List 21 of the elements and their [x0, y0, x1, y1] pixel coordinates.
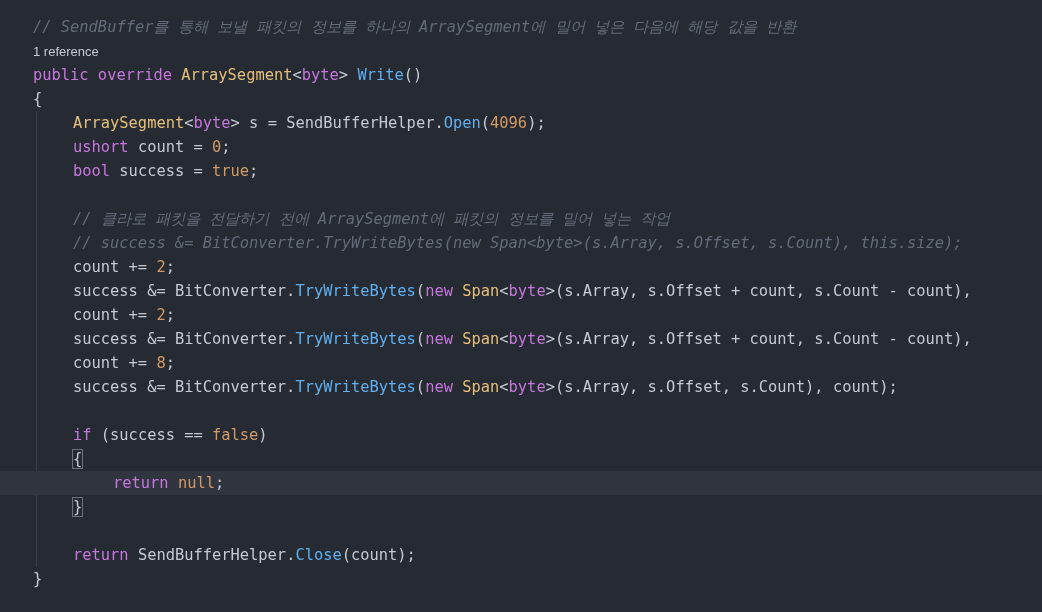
code-line: { — [73, 449, 83, 470]
code-line: count += 2; — [73, 257, 175, 278]
code-line: count += 8; — [73, 353, 175, 374]
reference-count[interactable]: 1 reference — [33, 40, 99, 64]
code-line: { — [33, 89, 43, 110]
code-line: } — [33, 569, 43, 590]
code-line: bool success = true; — [73, 161, 259, 182]
code-line: // SendBuffer를 통해 보낼 패킷의 정보를 하나의 ArraySegment에 밀어 넣은 다음에 해당 값을 반환 — [33, 17, 796, 38]
code-line: ArraySegment<byte> s = SendBufferHelper.Open(4096); — [73, 113, 546, 134]
code-line: return null; — [113, 473, 225, 494]
code-line: public override ArraySegment<byte> Write() — [33, 65, 423, 86]
code-line: if (success == false) — [73, 425, 268, 446]
code-line: success &= BitConverter.TryWriteBytes(new Span<byte>(s.Array, s.Offset, s.Count), count); — [73, 377, 898, 398]
code-line: success &= BitConverter.TryWriteBytes(new Span<byte>(s.Array, s.Offset + count, s.Count - count), — [73, 281, 972, 302]
code-line: count += 2; — [73, 305, 175, 326]
code-line: } — [73, 497, 83, 518]
code-line: // 클라로 패킷을 전달하기 전에 ArraySegment에 패킷의 정보를 밀어 넣는 작업 — [73, 209, 671, 230]
code-line: ushort count = 0; — [73, 137, 231, 158]
code-line: success &= BitConverter.TryWriteBytes(new Span<byte>(s.Array, s.Offset + count, s.Count - count), — [73, 329, 972, 350]
code-line: return SendBufferHelper.Close(count); — [73, 545, 416, 566]
code-line: // success &= BitConverter.TryWriteBytes(new Span<byte>(s.Array, s.Offset, s.Count), this.size); — [73, 233, 963, 254]
